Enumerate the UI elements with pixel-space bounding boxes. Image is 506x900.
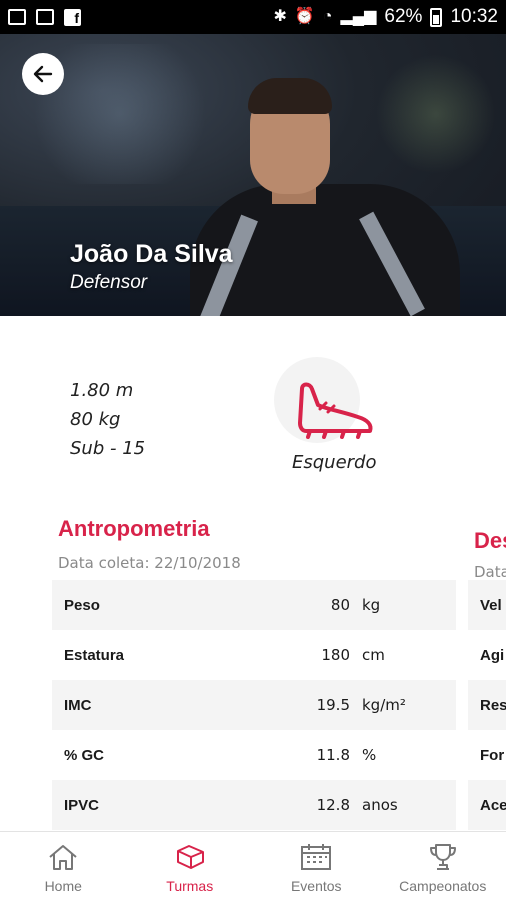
back-button[interactable] bbox=[22, 53, 64, 95]
clock: 10:32 bbox=[450, 6, 498, 27]
player-info: 1.80 m 80 kg Sub - 15 bbox=[70, 376, 145, 463]
performance-date: Data bbox=[474, 563, 506, 581]
nav-eventos-label: Eventos bbox=[290, 878, 342, 894]
player-hair bbox=[248, 78, 332, 114]
metric-value: 11.8 bbox=[316, 746, 350, 764]
metric-label: Peso bbox=[64, 596, 100, 614]
signal-icon: ▂▄▆ bbox=[340, 8, 377, 25]
anthropometry-date: Data coleta: 22/10/2018 bbox=[58, 554, 241, 572]
metric-label: IPVC bbox=[64, 796, 100, 814]
metric-label: Agi bbox=[480, 646, 505, 664]
player-name: João Da Silva bbox=[70, 240, 233, 268]
metric-unit: % bbox=[362, 746, 377, 764]
table-row: IPVC 12.8 anos bbox=[52, 780, 456, 830]
metric-label: Vel bbox=[480, 596, 502, 614]
table-row: Agi bbox=[468, 630, 506, 680]
nav-campeonatos-label: Campeonatos bbox=[399, 878, 487, 894]
player-weight: 80 kg bbox=[70, 409, 121, 430]
performance-table[interactable]: Vel Agi Res For Ace bbox=[468, 580, 506, 830]
battery-icon bbox=[430, 7, 443, 27]
player-height: 1.80 m bbox=[70, 380, 134, 401]
image-icon bbox=[8, 9, 26, 25]
nav-home-label: Home bbox=[44, 878, 82, 894]
preferred-foot-badge bbox=[274, 357, 373, 443]
table-row: Vel bbox=[468, 580, 506, 630]
metric-value: 80 bbox=[330, 596, 350, 614]
performance-title: Des bbox=[474, 528, 506, 553]
metric-unit: kg/m² bbox=[362, 696, 406, 714]
wifi-icon: ◔ bbox=[322, 8, 333, 25]
table-row: Ace bbox=[468, 780, 506, 830]
metric-unit: kg bbox=[362, 596, 381, 614]
bottom-navigation: Home Turmas Eventos Campeonatos bbox=[0, 831, 506, 900]
table-row: Peso 80 kg bbox=[52, 580, 456, 630]
cleat-icon bbox=[176, 845, 204, 869]
table-row: Res bbox=[468, 680, 506, 730]
metric-unit: anos bbox=[362, 796, 398, 814]
facebook-icon: f bbox=[64, 8, 81, 26]
metric-value: 19.5 bbox=[316, 696, 350, 714]
nav-campeonatos[interactable]: Campeonatos bbox=[380, 832, 506, 900]
metric-label: Estatura bbox=[64, 646, 125, 664]
nav-home[interactable]: Home bbox=[0, 832, 127, 900]
metric-value: 12.8 bbox=[316, 796, 350, 814]
cleat-icon bbox=[298, 382, 373, 439]
background-blur bbox=[376, 54, 496, 174]
bluetooth-icon: ✱ bbox=[273, 8, 287, 25]
table-row: % GC 11.8 % bbox=[52, 730, 456, 780]
anthropometry-table[interactable]: Peso 80 kg Estatura 180 cm IMC 19.5 kg/m… bbox=[52, 580, 456, 830]
metric-label: Res bbox=[480, 696, 506, 714]
calendar-icon bbox=[301, 844, 332, 870]
table-row: For bbox=[468, 730, 506, 780]
nav-turmas-label: Turmas bbox=[166, 878, 214, 894]
nav-eventos[interactable]: Eventos bbox=[253, 832, 380, 900]
table-row: IMC 19.5 kg/m² bbox=[52, 680, 456, 730]
arrow-left-icon bbox=[33, 65, 53, 83]
player-position: Defensor bbox=[70, 272, 148, 293]
home-icon bbox=[49, 845, 77, 870]
status-bar: f ✱ ⏰ ◔ ▂▄▆ 62% 10:32 bbox=[0, 0, 506, 34]
alarm-icon: ⏰ bbox=[294, 8, 315, 25]
metric-value: 180 bbox=[321, 646, 350, 664]
metric-label: IMC bbox=[64, 696, 92, 714]
metric-label: Ace bbox=[480, 796, 506, 814]
metric-label: % GC bbox=[64, 746, 105, 764]
metric-label: For bbox=[480, 746, 505, 764]
laptop-icon bbox=[36, 9, 54, 25]
nav-turmas[interactable]: Turmas bbox=[127, 832, 254, 900]
metric-unit: cm bbox=[362, 646, 385, 664]
anthropometry-title: Antropometria bbox=[58, 516, 210, 541]
shirt-stripe bbox=[359, 211, 425, 316]
player-category: Sub - 15 bbox=[70, 438, 146, 459]
preferred-foot-label: Esquerdo bbox=[292, 452, 377, 473]
trophy-icon bbox=[429, 844, 456, 870]
table-row: Estatura 180 cm bbox=[52, 630, 456, 680]
battery-percentage: 62% bbox=[384, 6, 423, 27]
